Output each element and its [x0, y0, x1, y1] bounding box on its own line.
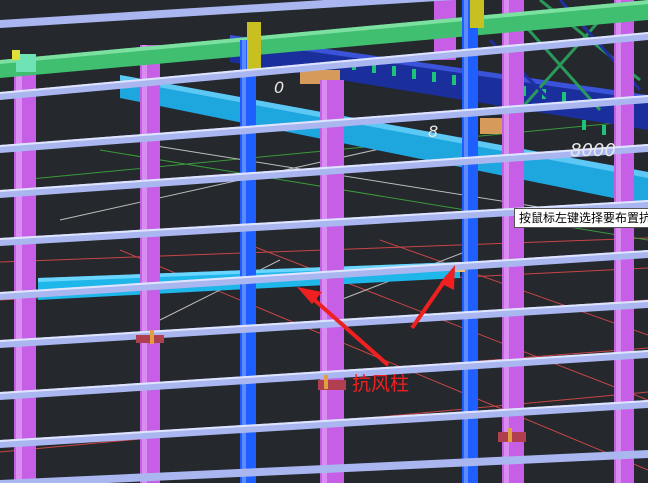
dimension-label: 0 — [274, 78, 285, 97]
dimension-label: 8000 — [570, 140, 616, 161]
steel-structure-model[interactable] — [0, 0, 648, 483]
3d-model-viewport[interactable]: 0 8 8000 按鼠标左键选择要布置抗风柱 抗风柱 — [0, 0, 648, 483]
dimension-label: 8 — [428, 122, 439, 141]
front-left-column — [14, 60, 36, 483]
wind-column-label: 抗风柱 — [352, 373, 410, 395]
command-tooltip: 按鼠标左键选择要布置抗风柱 — [514, 208, 648, 228]
